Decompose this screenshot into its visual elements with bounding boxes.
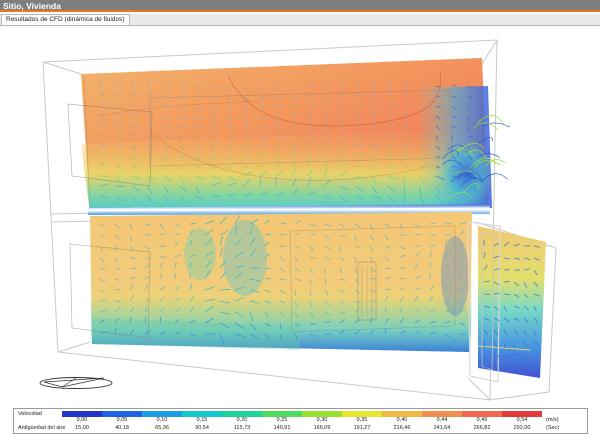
legend-value: 0,35	[356, 417, 368, 423]
legend-value: 216,46	[393, 425, 411, 431]
legend-unit-air-age: (Sec)	[546, 425, 560, 431]
legend-value: 166,09	[313, 425, 331, 431]
legend-value: 115,73	[233, 425, 251, 431]
legend-value: 15,00	[75, 425, 89, 431]
legend-value: 0,05	[116, 417, 128, 423]
legend-value: 0,10	[156, 417, 168, 423]
legend-label-air-age: Antigüedad del aire	[18, 425, 66, 431]
window-title: Sitio, Vivienda	[0, 0, 600, 12]
legend-value: 241,64	[433, 425, 451, 431]
legend-value: 0,54	[516, 417, 528, 423]
tab-cfd-results[interactable]: Resultados de CFD (dinámica de fluidos)	[1, 14, 130, 25]
upper-floor-velocity-field	[67, 58, 494, 213]
legend-value: 65,36	[155, 425, 169, 431]
orientation-compass-icon	[39, 377, 113, 389]
legend-value: 90,54	[195, 425, 209, 431]
legend-value: 191,27	[353, 425, 371, 431]
legend-value: 292,00	[513, 425, 531, 431]
legend-unit-velocity: (m/s)	[546, 417, 559, 423]
legend-value: 0,25	[276, 417, 288, 423]
legend-value: 0,40	[396, 417, 408, 423]
legend-value: 0,15	[196, 417, 208, 423]
legend-value: 0,49	[476, 417, 488, 423]
legend-value: 0,20	[236, 417, 248, 423]
legend-value: 140,91	[273, 425, 291, 431]
legend-value: 266,82	[473, 425, 491, 431]
cfd-3d-viewport[interactable]	[0, 26, 600, 409]
legend-value: 0,00	[76, 417, 88, 423]
legend-value: 0,44	[436, 417, 448, 423]
color-scale-legend: Velocidad 0,00 0,05 0,10 0,15 0,20 0,25 …	[13, 408, 588, 434]
legend-row-air-age: Antigüedad del aire 15,00 40,18 65,36 90…	[14, 424, 587, 433]
legend-value: 0,30	[316, 417, 328, 423]
lower-floor-velocity-field	[69, 212, 472, 352]
legend-value: 40,18	[115, 425, 129, 431]
tab-bar: Resultados de CFD (dinámica de fluidos)	[0, 14, 600, 26]
